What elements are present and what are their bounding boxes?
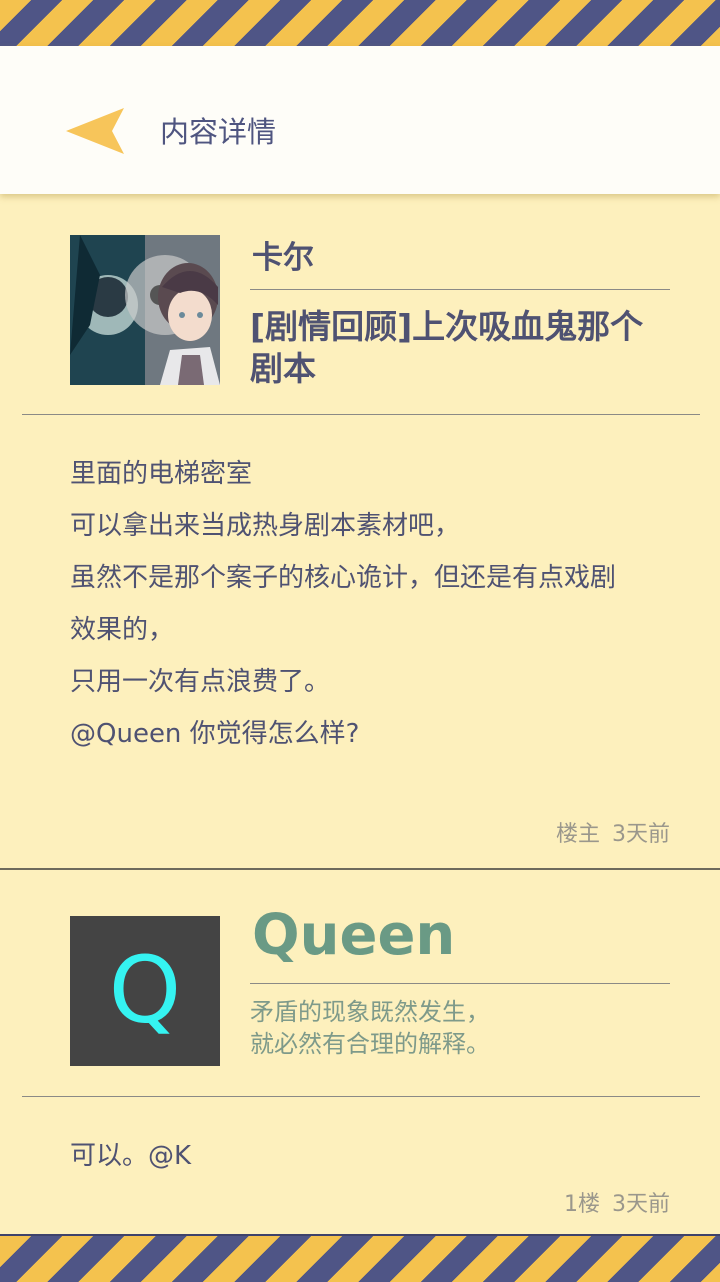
reply-author-divider [250, 983, 670, 984]
author-avatar[interactable] [70, 235, 220, 385]
reply-floor-label: 1楼 [564, 1192, 600, 1217]
post-body-line: 可以拿出来当成热身剧本素材吧， [70, 511, 461, 541]
reply-avatar-letter: Q [108, 937, 182, 1044]
post-meta: 楼主 3天前 [556, 816, 670, 848]
post-body-line: 虽然不是那个案子的核心诡计，但还是有点戏剧 [70, 563, 617, 593]
reply-signature-line: 就必然有合理的解释。 [250, 1030, 490, 1058]
post-body: 里面的电梯密室 可以拿出来当成热身剧本素材吧， 虽然不是那个案子的核心诡计，但还… [70, 448, 670, 760]
bottom-stripe-border [0, 1234, 720, 1282]
top-stripe-border [0, 0, 720, 46]
post-separator [0, 868, 720, 870]
reply-signature: 矛盾的现象既然发生， 就必然有合理的解释。 [250, 996, 670, 1060]
author-divider [250, 289, 670, 290]
reply-header-divider [22, 1096, 700, 1097]
reply-body: 可以。@K [70, 1141, 192, 1171]
post-body-line: 里面的电梯密室 [70, 459, 253, 489]
page-title: 内容详情 [160, 115, 277, 149]
reply-meta: 1楼 3天前 [564, 1186, 670, 1218]
reply-avatar[interactable]: Q [70, 916, 220, 1066]
post-body-line: 效果的， [70, 615, 175, 645]
back-button[interactable] [62, 104, 132, 158]
post-body-line: 只用一次有点浪费了。 [70, 667, 331, 697]
back-arrow-icon [66, 108, 124, 154]
post-title: [剧情回顾]上次吸血鬼那个剧本 [250, 307, 644, 388]
author-name[interactable]: 卡尔 [252, 238, 314, 278]
reply-timestamp: 3天前 [612, 1192, 670, 1217]
post-timestamp: 3天前 [612, 822, 670, 847]
header-bar: 内容详情 [0, 46, 720, 194]
post-header-divider [22, 414, 700, 415]
post-body-line: @Queen 你觉得怎么样? [70, 719, 360, 749]
post-floor-label: 楼主 [555, 822, 600, 847]
reply-author-name[interactable]: Queen [252, 900, 455, 972]
reply-signature-line: 矛盾的现象既然发生， [250, 998, 490, 1026]
